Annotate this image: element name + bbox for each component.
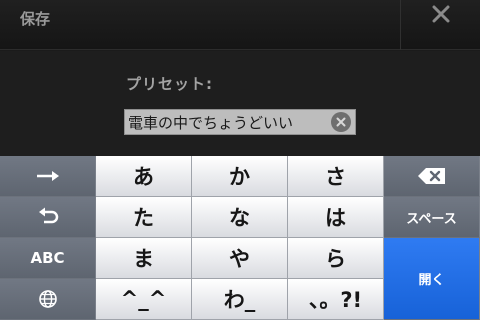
globe-icon — [38, 290, 57, 308]
kana-key-label: 、。?! — [308, 288, 363, 312]
kana-key-label: ら — [325, 247, 346, 271]
kana-key-label: さ — [325, 165, 346, 189]
save-button[interactable]: 保存 — [0, 0, 50, 36]
preset-input[interactable]: 電車の中でちょうどいい — [124, 109, 356, 135]
preset-panel: プリセット: 電車の中でちょうどいい — [0, 51, 480, 156]
kana-key-label: わ_ — [223, 288, 256, 312]
open-key[interactable]: 開く — [384, 238, 480, 320]
delete-icon — [417, 168, 445, 184]
space-key[interactable]: スペース — [384, 197, 480, 238]
close-icon — [432, 5, 449, 23]
clear-text-icon[interactable] — [331, 112, 351, 132]
close-button[interactable] — [400, 0, 480, 50]
kana-key-label: た — [133, 206, 154, 230]
kana-key-wa[interactable]: わ_ — [192, 279, 288, 320]
kana-key-ma[interactable]: ま — [96, 238, 192, 279]
top-bar: 保存 — [0, 0, 480, 50]
kana-key-label: は — [325, 206, 346, 230]
abc-key-label: ABC — [30, 249, 65, 267]
kana-key-ra[interactable]: ら — [288, 238, 384, 279]
globe-key[interactable] — [0, 279, 96, 320]
kana-key-na[interactable]: な — [192, 197, 288, 238]
undo-key[interactable] — [0, 197, 96, 238]
kana-key-label: な — [229, 206, 250, 230]
kana-key-ya[interactable]: や — [192, 238, 288, 279]
kana-key-ta[interactable]: た — [96, 197, 192, 238]
next-candidate-key[interactable] — [0, 156, 96, 197]
preset-label: プリセット: — [126, 75, 213, 93]
punctuation-key[interactable]: 、。?! — [288, 279, 384, 320]
open-key-label: 開く — [418, 273, 445, 288]
kana-key-label: や — [229, 247, 250, 271]
kana-keyboard: ABC あ か さ た な は ま や ら ^_^ わ_ 、。?! スペース 開… — [0, 156, 480, 320]
abc-key[interactable]: ABC — [0, 238, 96, 279]
undo-icon — [38, 207, 58, 224]
kana-key-label: ^_^ — [120, 287, 167, 311]
delete-key[interactable] — [384, 156, 480, 197]
kana-key-a[interactable]: あ — [96, 156, 192, 197]
emoticon-key[interactable]: ^_^ — [96, 279, 192, 320]
space-key-label: スペース — [406, 211, 457, 227]
kana-key-label: か — [229, 165, 250, 189]
kana-key-ka[interactable]: か — [192, 156, 288, 197]
preset-input-value[interactable]: 電車の中でちょうどいい — [125, 112, 331, 133]
kana-key-ha[interactable]: は — [288, 197, 384, 238]
kana-key-label: あ — [133, 165, 154, 189]
kana-key-sa[interactable]: さ — [288, 156, 384, 197]
right-arrow-icon — [36, 171, 59, 181]
kana-key-label: ま — [133, 247, 154, 271]
